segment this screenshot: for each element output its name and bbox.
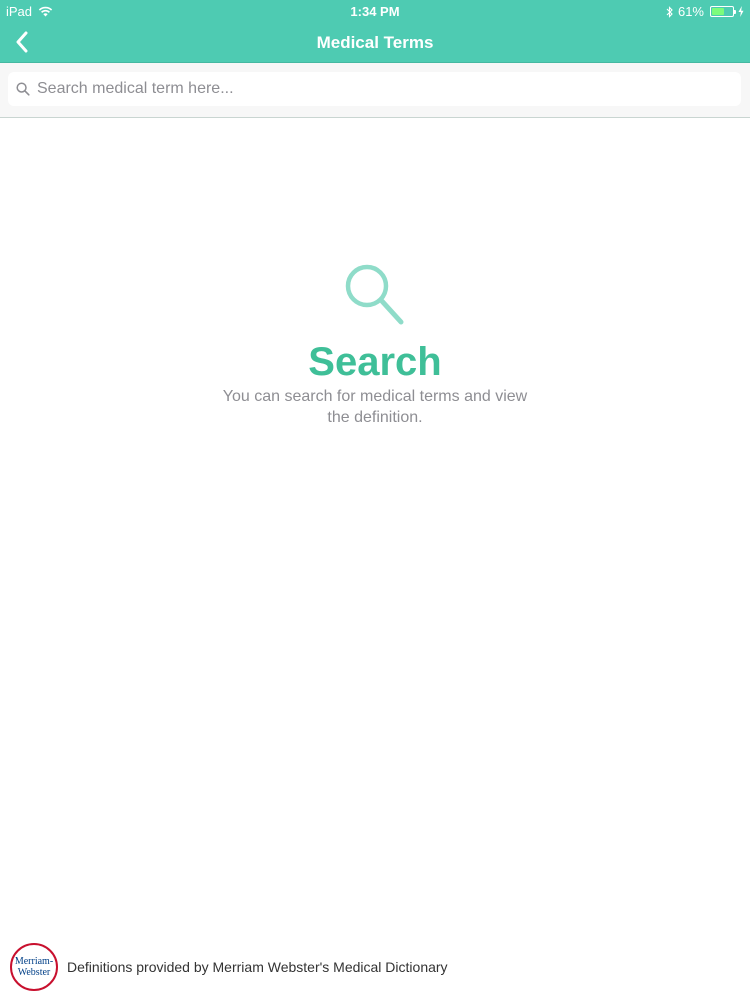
battery-icon (710, 6, 736, 17)
chevron-left-icon (16, 31, 28, 53)
battery-percent: 61% (677, 4, 704, 19)
battery-tip (734, 10, 736, 14)
status-bar: iPad 1:34 PM 61% (0, 0, 750, 22)
device-label: iPad (6, 4, 33, 19)
empty-state: Search You can search for medical terms … (0, 262, 750, 428)
logo-line-1: Merriam- (14, 956, 54, 967)
search-icon (16, 82, 30, 96)
attribution-footer: Merriam- Webster Definitions provided by… (10, 942, 448, 992)
bluetooth-icon (666, 5, 673, 18)
search-input[interactable] (37, 80, 717, 98)
search-icon (345, 264, 404, 325)
status-left: iPad (6, 4, 53, 19)
empty-state-description: You can search for medical terms and vie… (222, 388, 528, 426)
nav-bar: Medical Terms (0, 22, 750, 63)
wifi-icon (38, 6, 53, 17)
charging-icon (738, 6, 744, 17)
search-field[interactable] (8, 72, 741, 106)
back-button[interactable] (6, 26, 38, 58)
search-bar (0, 63, 750, 118)
status-time: 1:34 PM (350, 4, 400, 19)
status-right: 61% (666, 4, 744, 19)
battery-fill (712, 8, 724, 15)
empty-state-title: Search (308, 340, 442, 384)
page-title: Medical Terms (316, 33, 434, 52)
screen: iPad 1:34 PM 61% Medical Terms Search me… (0, 0, 750, 1000)
logo-line-2: Webster (17, 967, 51, 978)
merriam-webster-logo: Merriam- Webster (10, 943, 58, 991)
attribution-text: Definitions provided by Merriam Webster'… (67, 959, 448, 975)
